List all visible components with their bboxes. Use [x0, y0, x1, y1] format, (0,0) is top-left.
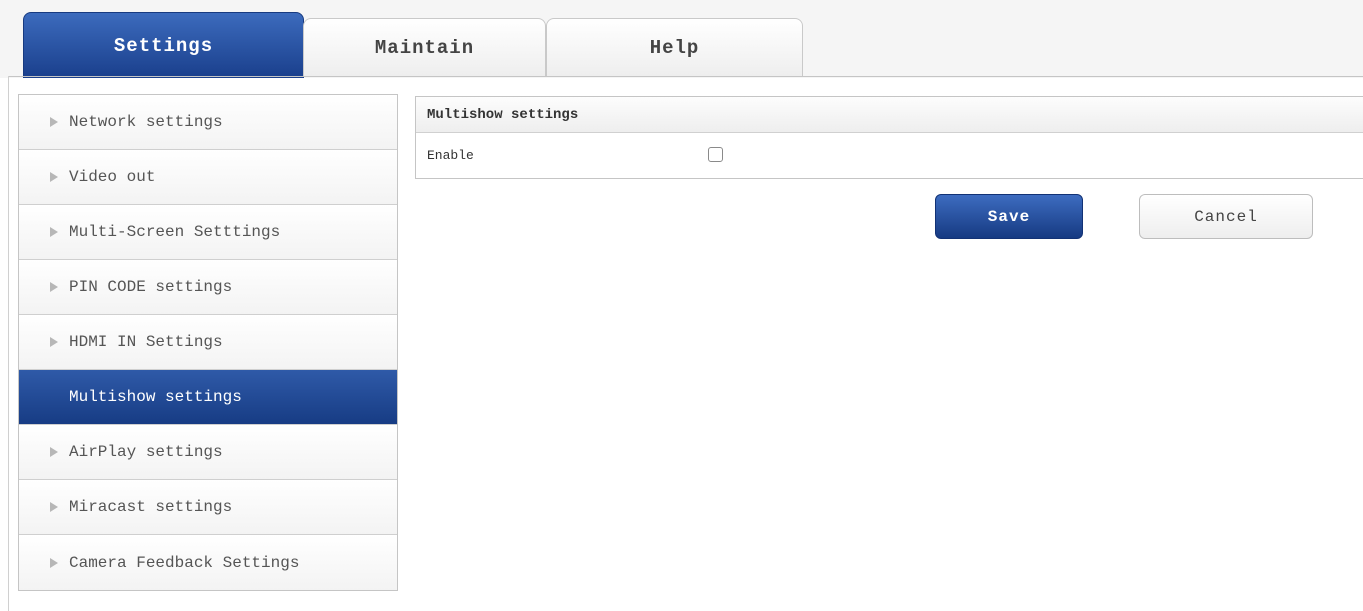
triangle-right-icon: [50, 282, 58, 292]
save-button[interactable]: Save: [935, 194, 1083, 239]
top-tab-bar: Settings Maintain Help: [0, 0, 1363, 78]
sidebar-item-label: Multishow settings: [69, 388, 242, 406]
sidebar: Network settings Video out Multi-Screen …: [18, 94, 398, 591]
tab-settings[interactable]: Settings: [23, 12, 304, 78]
triangle-right-icon: [50, 557, 58, 568]
sidebar-item-multishow-settings[interactable]: Multishow settings: [19, 370, 397, 425]
sidebar-item-camera-feedback-settings[interactable]: Camera Feedback Settings: [19, 535, 397, 590]
triangle-right-icon: [50, 337, 58, 347]
sidebar-item-label: Network settings: [69, 113, 223, 131]
tab-maintain[interactable]: Maintain: [303, 18, 546, 76]
triangle-right-icon: [50, 117, 58, 127]
sidebar-item-network-settings[interactable]: Network settings: [19, 95, 397, 150]
sidebar-item-label: Video out: [69, 168, 156, 186]
sidebar-item-label: HDMI IN Settings: [69, 333, 223, 351]
sidebar-item-multi-screen-settings[interactable]: Multi-Screen Setttings: [19, 205, 397, 260]
triangle-right-icon: [50, 172, 58, 182]
enable-checkbox[interactable]: [708, 147, 723, 162]
triangle-right-icon: [50, 227, 58, 237]
tab-help[interactable]: Help: [546, 18, 803, 76]
sidebar-item-video-out[interactable]: Video out: [19, 150, 397, 205]
sidebar-item-hdmi-in-settings[interactable]: HDMI IN Settings: [19, 315, 397, 370]
sidebar-item-label: AirPlay settings: [69, 443, 223, 461]
sidebar-item-miracast-settings[interactable]: Miracast settings: [19, 480, 397, 535]
panel-title: Multishow settings: [416, 97, 1363, 133]
sidebar-item-label: Miracast settings: [69, 498, 233, 516]
triangle-right-icon: [50, 447, 58, 457]
triangle-right-icon: [50, 502, 58, 512]
sidebar-item-label: Camera Feedback Settings: [69, 553, 300, 572]
tab-divider: [8, 76, 1363, 77]
sidebar-item-airplay-settings[interactable]: AirPlay settings: [19, 425, 397, 480]
sidebar-item-label: PIN CODE settings: [69, 278, 233, 296]
enable-label: Enable: [427, 148, 474, 163]
multishow-settings-panel: Multishow settings Enable: [415, 96, 1363, 179]
sidebar-item-label: Multi-Screen Setttings: [69, 223, 281, 241]
sidebar-item-pin-code-settings[interactable]: PIN CODE settings: [19, 260, 397, 315]
frame-border: [8, 76, 9, 611]
enable-row: Enable: [416, 133, 1363, 178]
cancel-button[interactable]: Cancel: [1139, 194, 1313, 239]
